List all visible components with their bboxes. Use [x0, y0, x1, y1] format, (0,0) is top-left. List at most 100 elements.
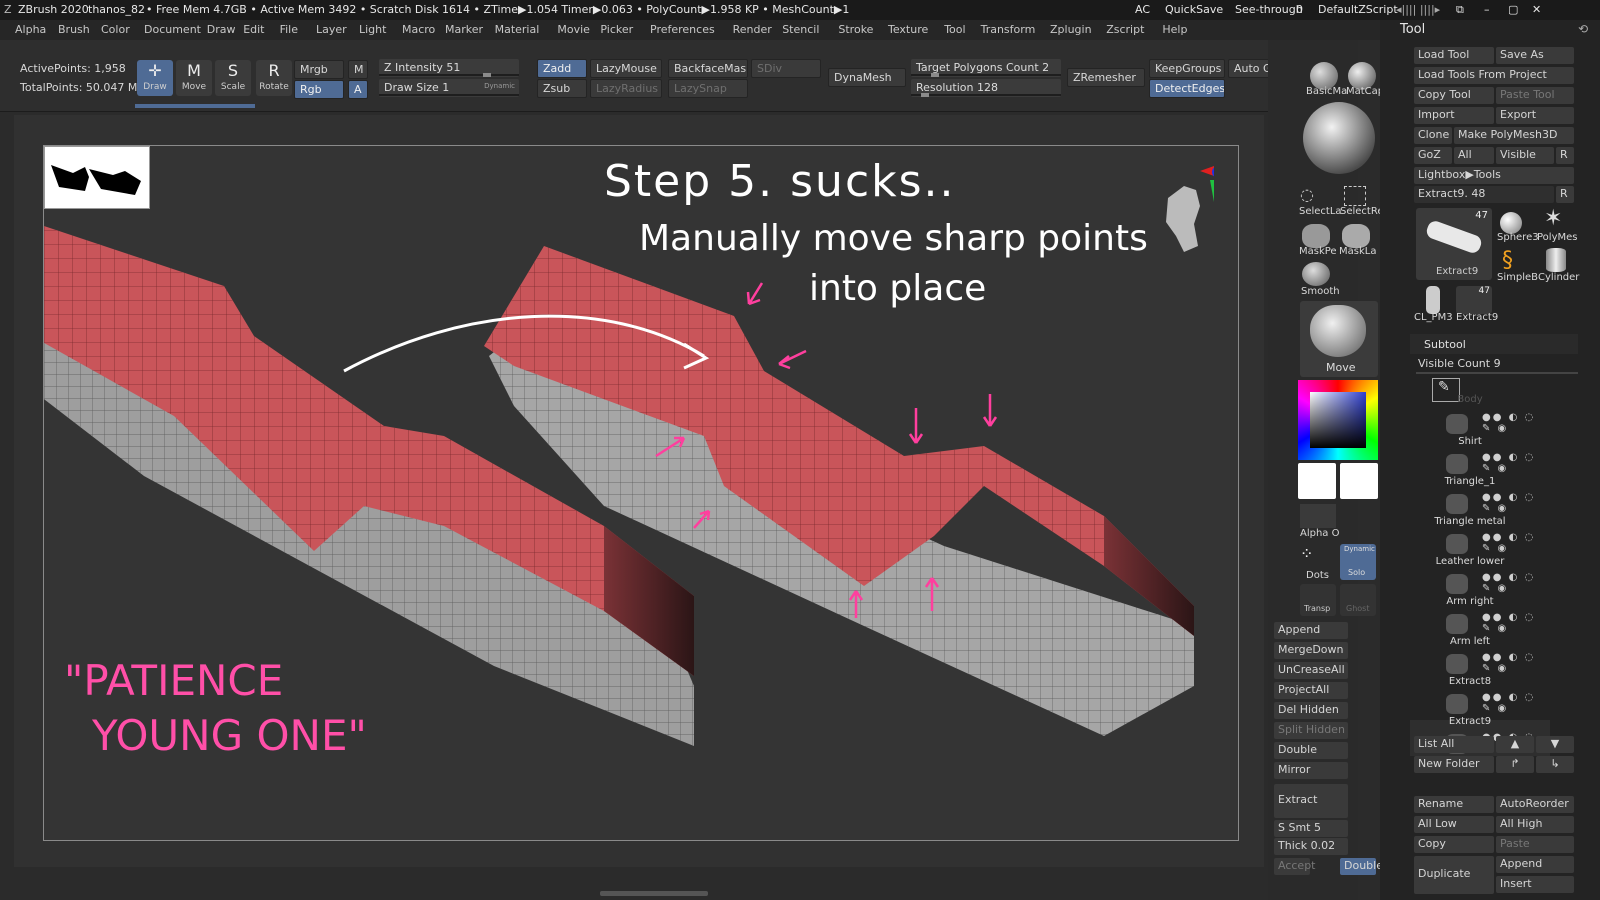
menu-texture[interactable]: Texture	[888, 23, 928, 36]
move-up-icon[interactable]: ▲	[1496, 736, 1534, 753]
color-picker[interactable]	[1298, 380, 1378, 460]
extract-r-button[interactable]: R	[1556, 186, 1574, 203]
quicksave-button[interactable]: QuickSave	[1165, 3, 1223, 16]
maximize-icon[interactable]: ▢	[1508, 3, 1518, 16]
move-tool-button[interactable]: M Move	[176, 60, 212, 96]
menu-brush[interactable]: Brush	[58, 23, 90, 36]
layout-icon[interactable]: ⧉	[1456, 3, 1464, 17]
insert-button[interactable]: Insert	[1496, 876, 1574, 893]
duplicate-button[interactable]: Duplicate	[1414, 856, 1494, 894]
folder-out-icon[interactable]: ↳	[1536, 756, 1574, 773]
move-down-icon[interactable]: ▼	[1536, 736, 1574, 753]
all-low-button[interactable]: All Low	[1414, 816, 1494, 833]
double-extract-button[interactable]: Double	[1340, 858, 1383, 875]
menu-file[interactable]: File	[280, 23, 298, 36]
extract-button[interactable]: Extract	[1274, 784, 1348, 818]
paste-tool-button[interactable]: Paste Tool	[1496, 87, 1574, 104]
secondary-color-swatch[interactable]	[1340, 463, 1378, 499]
mirror-button[interactable]: Mirror	[1274, 762, 1348, 779]
simplebrush-icon[interactable]: §	[1502, 248, 1513, 273]
goz-visible-button[interactable]: Visible	[1496, 147, 1554, 164]
menu-movie[interactable]: Movie	[557, 23, 590, 36]
move-brush[interactable]: Move	[1300, 301, 1378, 377]
target-polygons-slider[interactable]: Target Polygons Count 2	[911, 59, 1061, 77]
menu-tool[interactable]: Tool	[944, 23, 965, 36]
menu-preferences[interactable]: Preferences	[650, 23, 715, 36]
rgb-button[interactable]: Rgb	[294, 80, 344, 99]
transp-button[interactable]: Transp	[1300, 584, 1336, 616]
subtool-toggles-icon[interactable]: ●● ◐ ◌ ✎ ◉	[1482, 532, 1550, 554]
rename-button[interactable]: Rename	[1414, 796, 1494, 813]
menu-toggle-icon[interactable]: ◂|||| ||||▸	[1396, 3, 1440, 16]
orientation-gizmo[interactable]	[1154, 166, 1224, 256]
menu-color[interactable]: Color	[101, 23, 130, 36]
keepgroups-button[interactable]: KeepGroups	[1149, 59, 1225, 78]
append-button[interactable]: Append	[1274, 622, 1348, 639]
menu-picker[interactable]: Picker	[600, 23, 633, 36]
lazysnap-slider[interactable]: LazySnap	[668, 79, 748, 98]
menu-help[interactable]: Help	[1162, 23, 1187, 36]
extract-tool-slider[interactable]: Extract9. 48	[1414, 186, 1554, 203]
draw-size-slider[interactable]: Draw Size 1 Dynamic	[379, 79, 519, 97]
import-button[interactable]: Import	[1414, 107, 1494, 124]
double-button[interactable]: Double	[1274, 742, 1348, 759]
copy-button[interactable]: Copy	[1414, 836, 1494, 853]
mergedown-button[interactable]: MergeDown	[1274, 642, 1348, 659]
solo-button[interactable]: Dynamic Solo	[1340, 544, 1376, 580]
ac-button[interactable]: AC	[1135, 3, 1150, 16]
list-all-button[interactable]: List All	[1414, 736, 1494, 753]
mask-lasso-brush[interactable]	[1342, 224, 1370, 248]
minimize-icon[interactable]: –	[1484, 3, 1490, 16]
primary-color-swatch[interactable]	[1298, 463, 1336, 499]
all-high-button[interactable]: All High	[1496, 816, 1574, 833]
detectedges-button[interactable]: DetectEdges	[1149, 79, 1225, 98]
menu-zscript[interactable]: Zscript	[1106, 23, 1144, 36]
append-subtool-button[interactable]: Append	[1496, 856, 1574, 873]
clone-button[interactable]: Clone	[1414, 127, 1452, 144]
material-preview-sphere[interactable]	[1303, 102, 1375, 174]
close-icon[interactable]: ✕	[1532, 3, 1541, 16]
rotate-tool-button[interactable]: R Rotate	[256, 60, 292, 96]
copy-tool-button[interactable]: Copy Tool	[1414, 87, 1494, 104]
extract9-small-thumb[interactable]: 47	[1456, 286, 1492, 314]
subtool-row[interactable]: Leather lower ●● ◐ ◌ ✎ ◉	[1410, 556, 1550, 596]
alpha-slot[interactable]	[1300, 504, 1336, 528]
cl-pm3-thumb[interactable]	[1426, 286, 1440, 314]
goz-button[interactable]: GoZ	[1414, 147, 1452, 164]
thick-slider[interactable]: Thick 0.02	[1274, 838, 1348, 855]
goz-r-button[interactable]: R	[1556, 147, 1574, 164]
subtool-toggles-icon[interactable]: ●● ◐ ◌ ✎ ◉	[1482, 572, 1550, 594]
subtool-row[interactable]: Arm left ●● ◐ ◌ ✎ ◉	[1410, 636, 1550, 676]
menu-alpha[interactable]: Alpha	[15, 23, 46, 36]
zremesher-button[interactable]: ZRemesher	[1067, 68, 1145, 87]
panel-options-icon[interactable]: ⟲	[1578, 22, 1588, 36]
menu-zplugin[interactable]: Zplugin	[1050, 23, 1092, 36]
subtool-row[interactable]: Triangle metal ●● ◐ ◌ ✎ ◉	[1410, 516, 1550, 556]
load-tool-button[interactable]: Load Tool	[1414, 47, 1494, 64]
menu-marker[interactable]: Marker	[445, 23, 483, 36]
a-button[interactable]: A	[348, 80, 368, 99]
menu-document[interactable]: Document	[144, 23, 201, 36]
zadd-button[interactable]: Zadd	[537, 59, 587, 78]
scale-tool-button[interactable]: S Scale	[215, 60, 251, 96]
subtool-row[interactable]: Body ●● ◐ ◌ ✎ ◉	[1410, 394, 1550, 436]
menu-render[interactable]: Render	[733, 23, 772, 36]
subtool-toggles-icon[interactable]: ●● ◐ ◌ ✎ ◉	[1482, 452, 1550, 474]
accept-button[interactable]: Accept	[1274, 858, 1316, 875]
subtool-row[interactable]: Triangle_1 ●● ◐ ◌ ✎ ◉	[1410, 476, 1550, 516]
subtool-toggles-icon[interactable]: ●● ◐ ◌ ✎ ◉	[1482, 692, 1550, 714]
m-button[interactable]: M	[348, 60, 368, 79]
autoreorder-button[interactable]: AutoReorder	[1496, 796, 1574, 813]
subtool-toggles-icon[interactable]: ●● ◐ ◌ ✎ ◉	[1482, 612, 1550, 634]
projectall-button[interactable]: ProjectAll	[1274, 682, 1348, 699]
subtool-row[interactable]: Shirt ●● ◐ ◌ ✎ ◉	[1410, 436, 1550, 476]
menu-material[interactable]: Material	[495, 23, 540, 36]
polymesh-star-icon[interactable]: ✶	[1544, 206, 1562, 231]
draw-tool-button[interactable]: ✛ Draw	[137, 60, 173, 96]
new-folder-button[interactable]: New Folder	[1414, 756, 1494, 773]
menu-light[interactable]: Light	[359, 23, 386, 36]
save-as-button[interactable]: Save As	[1496, 47, 1574, 64]
select-rect-icon[interactable]	[1344, 186, 1366, 206]
menu-edit[interactable]: Edit	[243, 23, 264, 36]
canvas-scroll-handle[interactable]	[600, 891, 708, 896]
